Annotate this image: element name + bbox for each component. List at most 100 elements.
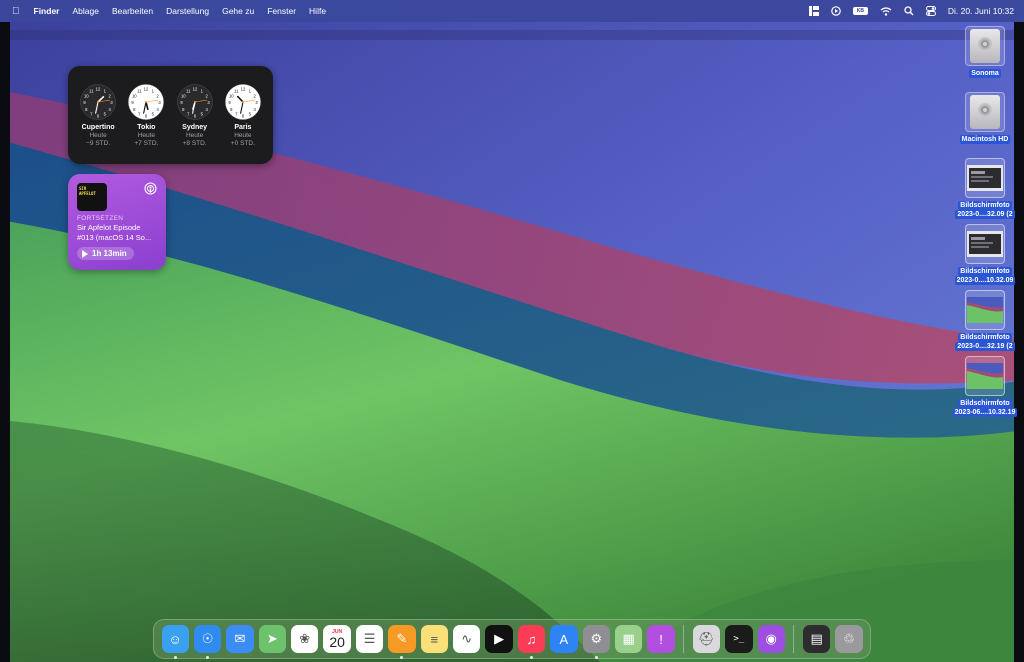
apple-tv-icon[interactable]: ▶ — [485, 625, 513, 653]
trash-icon[interactable]: ♲ — [835, 625, 863, 653]
running-indicator — [400, 656, 404, 659]
svg-text:10: 10 — [181, 93, 186, 98]
podcast-title-line1: Sir Apfelot Episode — [77, 223, 141, 232]
running-indicator — [594, 656, 598, 659]
disk-utility-icon[interactable]: ⛑ — [692, 625, 721, 653]
clock-city-label: Sydney — [182, 124, 208, 131]
menu-bearbeiten[interactable]: Bearbeiten — [112, 6, 153, 16]
menu-bar:  Finder Ablage Bearbeiten Darstellung G… — [0, 0, 1024, 22]
world-clock-widget[interactable]: 1 2 3 4 5 6 7 8 9 10 11 12 Cupertino Heute −9 STD. 1 2 3 4… — [68, 66, 273, 164]
analog-clock-face: 1234567891011 12 — [80, 84, 116, 120]
world-clock[interactable]: 1 2 3 4 5 6 7 8 9 10 11 12 Sydney Heute +8 STD. — [171, 84, 219, 164]
desktop-screenshot-icon[interactable]: Bildschirmfoto 2023-06....10.32.19 — [950, 356, 1020, 417]
svg-text:10: 10 — [132, 93, 137, 98]
play-status-icon[interactable] — [831, 0, 841, 22]
finder-icon[interactable]: ☺ — [161, 625, 189, 659]
svg-text:12: 12 — [144, 87, 149, 92]
analog-clock-face: 1234567891011 12 — [128, 84, 165, 120]
pages-icon[interactable]: ✎ — [388, 625, 416, 659]
clock-offset-label: −9 STD. — [86, 140, 111, 147]
svg-text:11: 11 — [234, 88, 239, 93]
podcasts-icon[interactable]: ◉ — [757, 625, 785, 653]
control-center-icon[interactable] — [925, 0, 936, 22]
desktop-screenshot-icon[interactable]: Bildschirmfoto 2023-0....32.09 (2 — [950, 158, 1020, 219]
svg-text:12: 12 — [96, 87, 101, 92]
desktop-icon-label-line2: 2023-0....32.09 (2 — [955, 210, 1015, 219]
screenshot-thumbnail — [965, 290, 1005, 330]
podcast-play-button[interactable]: 1h 13min — [77, 247, 134, 260]
desktop-drive-icon[interactable]: Macintosh HD — [950, 92, 1020, 144]
analog-clock-face: 1234567891011 12 — [225, 84, 261, 120]
terminal-icon[interactable]: >_ — [725, 625, 753, 653]
clock-offset-label: +7 STD. — [134, 140, 159, 147]
podcast-episode-title: Sir Apfelot Episode #013 (macOS 14 So... — [77, 223, 157, 243]
apple-menu-icon[interactable]:  — [12, 6, 20, 17]
system-settings-icon[interactable]: ⚙ — [582, 625, 610, 659]
running-indicator — [173, 656, 177, 659]
dock: ☺ ☉ ✉ ➤ ❀ JUN 20 ☰ ✎ ≡ ∿ ▶ ♫ A ⚙ ▦! ⛑ >_ ◉ ▤ ♲ — [153, 619, 871, 659]
podcast-artwork: SIR APFELOT — [77, 183, 107, 211]
svg-text:11: 11 — [89, 88, 94, 93]
music-icon[interactable]: ♫ — [517, 625, 546, 659]
clock-city-label: Tokio — [137, 124, 156, 131]
screenshot-thumbnail — [965, 224, 1005, 264]
running-indicator — [205, 656, 209, 659]
safari-icon[interactable]: ☉ — [193, 625, 222, 659]
dock-separator — [683, 625, 685, 653]
hard-drive-icon — [965, 92, 1005, 132]
menu-bar-clock[interactable]: Di. 20. Juni 10:32 — [948, 6, 1014, 16]
reminders-icon[interactable]: ☰ — [355, 625, 384, 653]
app-store-icon[interactable]: A — [550, 625, 578, 653]
photos-icon[interactable]: ❀ — [291, 625, 319, 653]
desktop-icon-label-line2: 2023-0....32.19 (2 — [955, 342, 1015, 351]
dock-separator — [793, 625, 795, 653]
clock-offset-label: +8 STD. — [182, 140, 207, 147]
podcast-duration: 1h 13min — [92, 249, 127, 258]
screenshot-thumbnail — [965, 158, 1005, 198]
menu-darstellung[interactable]: Darstellung — [166, 6, 209, 16]
svg-text:11: 11 — [137, 88, 142, 93]
calendar-icon[interactable]: JUN 20 — [323, 625, 351, 653]
clock-day-label: Heute — [89, 132, 107, 139]
wifi-icon[interactable] — [880, 0, 892, 22]
running-indicator — [529, 656, 533, 659]
podcast-widget[interactable]: SIR APFELOT FORTSETZEN Sir Apfelot Episo… — [68, 174, 166, 270]
menu-fenster[interactable]: Fenster — [267, 6, 296, 16]
desktop-icon-label: Bildschirmfoto — [958, 399, 1012, 408]
clock-day-label: Heute — [185, 132, 204, 139]
world-clock[interactable]: 1 2 3 4 5 6 7 8 9 10 11 12 Tokio Heute +7 STD. — [122, 84, 170, 164]
podcast-art-text: SIR APFELOT — [79, 186, 96, 196]
menu-hilfe[interactable]: Hilfe — [309, 6, 326, 16]
menu-app-name[interactable]: Finder — [34, 6, 60, 16]
play-icon — [82, 249, 88, 258]
mail-icon[interactable]: ✉ — [226, 625, 254, 653]
launchpad-icon[interactable]: ▦ — [614, 625, 643, 653]
maps-icon[interactable]: ➤ — [258, 625, 287, 653]
world-clock[interactable]: 1 2 3 4 5 6 7 8 9 10 11 12 Paris Heute +0 STD. — [219, 84, 267, 164]
notes-icon[interactable]: ≡ — [420, 625, 449, 653]
world-clock[interactable]: 1 2 3 4 5 6 7 8 9 10 11 12 Cupertino Heute −9 STD. — [74, 84, 122, 164]
stage-manager-icon[interactable] — [808, 0, 819, 22]
desktop-drive-icon[interactable]: Sonoma — [950, 26, 1020, 78]
desktop[interactable]:  Finder Ablage Bearbeiten Darstellung G… — [0, 0, 1024, 662]
desktop-icon-label-line2: 2023-06....10.32.19 — [952, 408, 1018, 417]
recent-document-icon[interactable]: ▤ — [802, 625, 831, 653]
clock-day-label: Heute — [234, 132, 252, 139]
clock-city-label: Cupertino — [81, 124, 115, 131]
desktop-icon-label-line2: 2023-0....10.32.09 — [954, 276, 1016, 285]
menu-ablage[interactable]: Ablage — [72, 6, 98, 16]
spotlight-search-icon[interactable] — [904, 0, 914, 22]
freeform-icon[interactable]: ∿ — [453, 625, 481, 653]
clock-city-label: Paris — [234, 124, 252, 131]
battery-icon[interactable]: KB — [852, 0, 868, 22]
analog-clock-face: 1234567891011 12 — [176, 84, 213, 120]
desktop-screenshot-icon[interactable]: Bildschirmfoto 2023-0....32.19 (2 — [950, 290, 1020, 351]
feedback-icon[interactable]: ! — [647, 625, 675, 653]
svg-text:12: 12 — [241, 87, 246, 92]
clock-day-label: Heute — [137, 132, 156, 139]
desktop-screenshot-icon[interactable]: Bildschirmfoto 2023-0....10.32.09 — [950, 224, 1020, 285]
menu-gehe-zu[interactable]: Gehe zu — [222, 6, 254, 16]
screenshot-thumbnail — [965, 356, 1005, 396]
podcast-title-line2: #013 (macOS 14 So... — [77, 233, 152, 242]
clock-offset-label: +0 STD. — [230, 140, 255, 147]
